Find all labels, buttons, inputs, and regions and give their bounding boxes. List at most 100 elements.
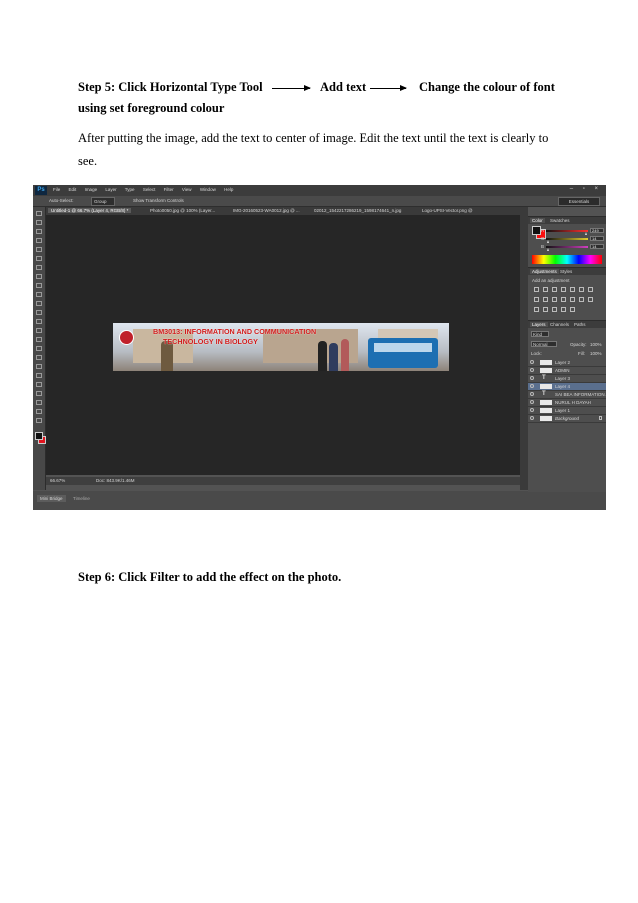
canvas-scrollbar[interactable] xyxy=(520,215,528,490)
tool-icon[interactable] xyxy=(36,328,42,333)
adjustment-icon[interactable] xyxy=(543,297,548,302)
tool-icon[interactable] xyxy=(36,220,42,225)
adjustment-icon[interactable] xyxy=(561,307,566,312)
tab-photo0050[interactable]: Photo0050.jpg @ 100% (Layer... xyxy=(150,208,215,213)
tool-icon[interactable] xyxy=(36,391,42,396)
menu-select[interactable]: Select xyxy=(143,187,156,192)
canvas-area[interactable]: BM3013: INFORMATION AND COMMUNICATION TE… xyxy=(46,215,520,475)
layer-filter-dropdown[interactable]: Kind xyxy=(531,331,549,337)
tab-adjustments[interactable]: Adjustments xyxy=(530,269,559,274)
tab-paths[interactable]: Paths xyxy=(574,322,586,327)
layer-row[interactable]: NURUL H DAYAH xyxy=(528,399,606,407)
adjustment-icon[interactable] xyxy=(534,297,539,302)
bg-color-chip[interactable] xyxy=(532,226,541,235)
adjustment-icon[interactable] xyxy=(588,287,593,292)
eye-icon[interactable] xyxy=(530,384,534,388)
channel-slider-knob[interactable] xyxy=(585,232,588,235)
layer-row[interactable]: Background xyxy=(528,415,606,423)
eye-icon[interactable] xyxy=(530,376,534,380)
tab-styles[interactable]: Styles xyxy=(560,269,572,274)
tool-icon[interactable] xyxy=(36,283,42,288)
channel-value[interactable]: 14 xyxy=(590,244,604,249)
window-controls[interactable]: – ▫ × xyxy=(570,186,602,192)
tool-icon[interactable] xyxy=(36,301,42,306)
menu-image[interactable]: Image xyxy=(85,187,98,192)
eye-icon[interactable] xyxy=(530,360,534,364)
channel-slider-knob[interactable] xyxy=(546,248,549,251)
opacity-value[interactable]: 100% xyxy=(590,342,602,347)
menu-file[interactable]: File xyxy=(53,187,60,192)
fill-value[interactable]: 100% xyxy=(590,351,602,356)
zoom-level[interactable]: 66.67% xyxy=(50,478,65,483)
layer-row[interactable]: Layer 1 xyxy=(528,407,606,415)
tab-timeline[interactable]: Timeline xyxy=(73,496,90,501)
color-spectrum[interactable] xyxy=(532,255,602,264)
tool-icon[interactable] xyxy=(36,265,42,270)
layer-row[interactable]: T Layer 3 xyxy=(528,375,606,383)
tool-icon[interactable] xyxy=(36,355,42,360)
tool-icon[interactable] xyxy=(36,247,42,252)
adjustment-icon[interactable] xyxy=(561,287,566,292)
adjustment-icon[interactable] xyxy=(543,287,548,292)
adjustment-icon[interactable] xyxy=(552,287,557,292)
channel-slider[interactable] xyxy=(546,230,588,232)
tool-icon[interactable] xyxy=(36,274,42,279)
menu-help[interactable]: Help xyxy=(224,187,233,192)
tool-icon[interactable] xyxy=(36,292,42,297)
menu-view[interactable]: View xyxy=(182,187,192,192)
tool-icon[interactable] xyxy=(36,319,42,324)
tab-img-wa0012[interactable]: IMG-20160523-WA0012.jpg @ ... xyxy=(233,208,300,213)
tool-icon[interactable] xyxy=(36,364,42,369)
eye-icon[interactable] xyxy=(530,392,534,396)
channel-slider[interactable] xyxy=(546,238,588,240)
tab-swatches[interactable]: Swatches xyxy=(550,218,570,223)
tool-icon[interactable] xyxy=(36,418,42,423)
layer-row[interactable]: T SAI BEA INFORMATION A... xyxy=(528,391,606,399)
eye-icon[interactable] xyxy=(530,368,534,372)
eye-icon[interactable] xyxy=(530,400,534,404)
tool-icon[interactable] xyxy=(36,310,42,315)
auto-select-dropdown[interactable]: Group xyxy=(91,197,115,206)
tool-icon[interactable] xyxy=(36,373,42,378)
layer-row[interactable]: Layer 4 xyxy=(528,383,606,391)
channel-value[interactable]: 249 xyxy=(590,228,604,233)
show-transform-checkbox[interactable]: Show Transform Controls xyxy=(133,198,184,203)
tool-icon[interactable] xyxy=(36,229,42,234)
foreground-color-swatch[interactable] xyxy=(35,432,43,440)
auto-select-checkbox[interactable]: Auto-Select: xyxy=(49,198,74,203)
tab-color[interactable]: Color xyxy=(530,218,545,223)
tab-channels[interactable]: Channels xyxy=(550,322,569,327)
document-image[interactable]: BM3013: INFORMATION AND COMMUNICATION TE… xyxy=(113,323,449,371)
tool-icon[interactable] xyxy=(36,382,42,387)
tab-layers[interactable]: Layers xyxy=(530,322,548,327)
adjustment-icon[interactable] xyxy=(570,307,575,312)
workspace-dropdown[interactable]: Essentials xyxy=(558,197,600,206)
adjustment-icon[interactable] xyxy=(534,287,539,292)
channel-slider[interactable] xyxy=(546,246,588,248)
menu-edit[interactable]: Edit xyxy=(69,187,77,192)
adjustment-icon[interactable] xyxy=(561,297,566,302)
tab-mini-bridge[interactable]: Mini Bridge xyxy=(37,495,66,502)
adjustment-icon[interactable] xyxy=(570,287,575,292)
adjustment-icon[interactable] xyxy=(552,297,557,302)
channel-value[interactable]: 14 xyxy=(590,236,604,241)
menu-type[interactable]: Type xyxy=(125,187,135,192)
menu-window[interactable]: Window xyxy=(200,187,216,192)
eye-icon[interactable] xyxy=(530,416,534,420)
tab-untitled[interactable]: Untitled-1 @ 66.7% (Layer 4, RGB/8) * xyxy=(48,208,132,213)
tool-icon[interactable] xyxy=(36,211,42,216)
tab-logo-upsi[interactable]: Logo-UPSI-Vector.png @ xyxy=(422,208,473,213)
tool-icon[interactable] xyxy=(36,346,42,351)
adjustment-icon[interactable] xyxy=(579,297,584,302)
tool-icon[interactable] xyxy=(36,337,42,342)
tool-icon[interactable] xyxy=(36,400,42,405)
menu-filter[interactable]: Filter xyxy=(164,187,174,192)
layer-row[interactable]: Layer 2 xyxy=(528,359,606,367)
blend-mode-dropdown[interactable]: Normal xyxy=(531,341,557,347)
channel-slider-knob[interactable] xyxy=(546,240,549,243)
eye-icon[interactable] xyxy=(530,408,534,412)
tool-icon[interactable] xyxy=(36,409,42,414)
adjustment-icon[interactable] xyxy=(552,307,557,312)
adjustment-icon[interactable] xyxy=(588,297,593,302)
adjustment-icon[interactable] xyxy=(534,307,539,312)
